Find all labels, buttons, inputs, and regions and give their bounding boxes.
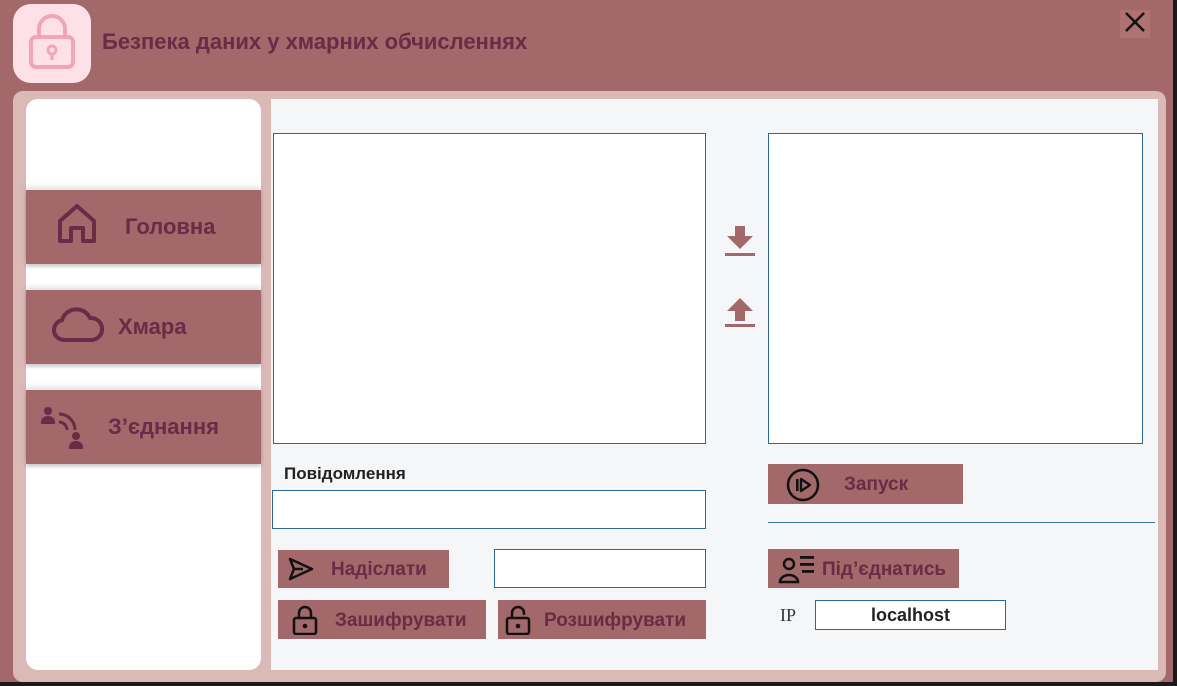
lock-closed-icon (291, 605, 319, 640)
start-button[interactable]: Запуск (768, 464, 963, 504)
connect-button[interactable]: Під’єднатись (768, 549, 959, 588)
decrypt-button-label: Розшифрувати (544, 610, 687, 631)
left-textbox[interactable] (273, 133, 706, 444)
encrypt-button[interactable]: Зашифрувати (278, 600, 486, 639)
home-icon (56, 201, 98, 245)
upload-icon[interactable] (724, 297, 756, 334)
message-label: Повідомлення (284, 464, 406, 483)
play-icon (786, 468, 820, 507)
decrypt-button[interactable]: Розшифрувати (498, 600, 706, 639)
sidebar-item-label: Головна (125, 214, 216, 239)
sidebar-item-connection[interactable]: З’єднання (26, 390, 261, 464)
key-input[interactable] (494, 549, 706, 588)
encrypt-button-label: Зашифрувати (335, 610, 467, 631)
sidebar-item-label: З’єднання (108, 414, 219, 439)
app-title: Безпека даних у хмарних обчисленнях (102, 29, 528, 54)
sidebar-item-home[interactable]: Головна (26, 190, 261, 264)
cloud-icon (50, 304, 104, 346)
user-list-icon (778, 553, 816, 590)
ip-input[interactable] (815, 600, 1006, 630)
lock-open-icon (504, 605, 534, 640)
lock-icon (26, 11, 78, 76)
right-textbox[interactable] (768, 133, 1143, 444)
close-icon (1124, 11, 1146, 38)
separator (768, 522, 1155, 523)
connection-icon (40, 405, 88, 449)
start-button-label: Запуск (844, 474, 909, 495)
app-window: Безпека даних у хмарних обчисленнях Голо… (0, 0, 1173, 682)
send-button[interactable]: Надіслати (278, 550, 449, 588)
send-button-label: Надіслати (331, 559, 427, 580)
download-icon[interactable] (724, 226, 756, 263)
message-input[interactable] (272, 490, 706, 529)
close-button[interactable] (1120, 10, 1150, 38)
connect-button-label: Під’єднатись (822, 559, 947, 580)
sidebar (26, 99, 261, 670)
sidebar-item-label: Хмара (118, 314, 187, 339)
app-logo (13, 4, 91, 83)
send-icon (287, 556, 315, 587)
ip-label: IP (780, 605, 797, 625)
sidebar-item-cloud[interactable]: Хмара (26, 290, 261, 364)
